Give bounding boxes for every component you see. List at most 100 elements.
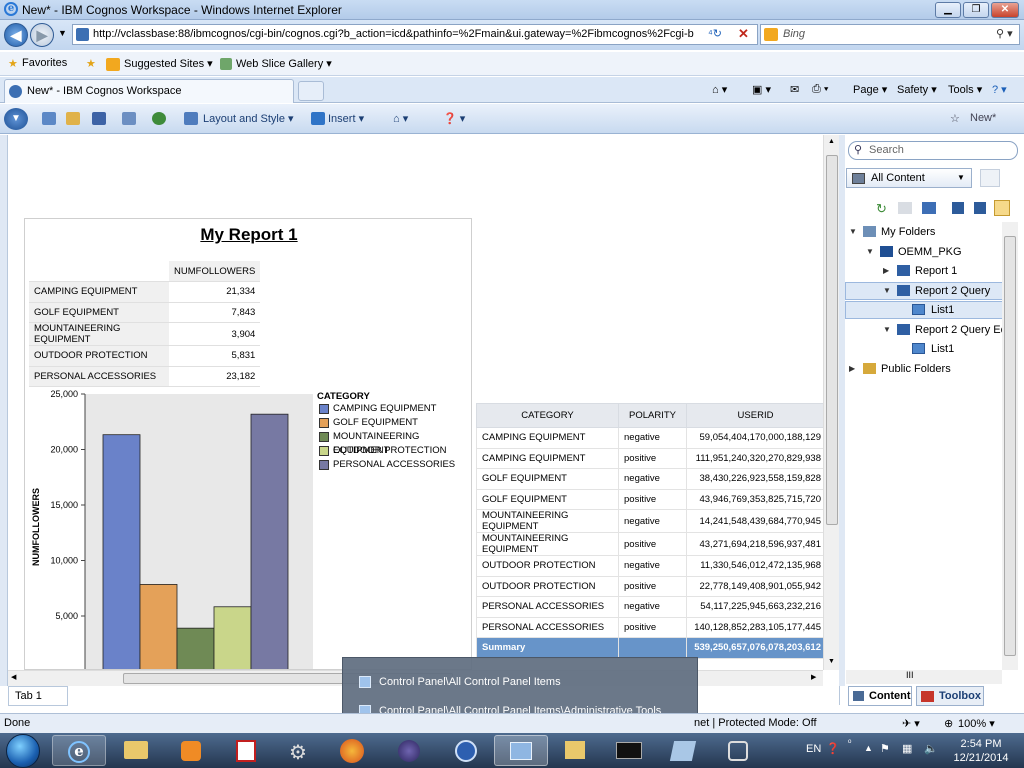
list-report[interactable]: CATEGORY POLARITY USERID CAMPING EQUIPME… — [476, 403, 825, 659]
suggested-sites-link[interactable]: Suggested Sites ▾ — [124, 57, 213, 70]
tree-item-report-2-query[interactable]: ▼ Report 2 Query — [883, 282, 990, 300]
scroll-left-icon[interactable]: ◀ — [11, 673, 16, 681]
list-header-polarity[interactable]: POLARITY — [618, 403, 687, 428]
application-menu-button[interactable]: ▼ — [4, 108, 28, 130]
content-pane-hscrollbar[interactable]: III — [846, 670, 1002, 684]
tree-item-report-1[interactable]: ▶ Report 1 — [883, 262, 957, 280]
back-button[interactable]: ◀ — [4, 23, 28, 47]
scroll-down-icon[interactable]: ▼ — [828, 658, 835, 665]
collapsed-arrow-icon[interactable]: ▶ — [883, 262, 889, 280]
taskbar-acrobat[interactable] — [220, 735, 274, 766]
web-slice-gallery-link[interactable]: Web Slice Gallery ▾ — [236, 57, 332, 70]
tree-item-public-folders[interactable]: ▶ Public Folders — [849, 360, 951, 378]
scroll-right-icon[interactable]: ▶ — [811, 673, 816, 681]
collapsed-arrow-icon[interactable]: ▶ — [849, 360, 855, 378]
filter-view-icon[interactable] — [922, 202, 936, 214]
vertical-scroll-thumb[interactable] — [826, 155, 838, 525]
email-icon[interactable] — [122, 112, 136, 125]
up-level-icon[interactable] — [980, 169, 1000, 187]
close-window-button[interactable]: ✕ — [991, 2, 1019, 18]
share-menu-icon[interactable]: ⌂ ▾ — [393, 112, 408, 125]
print-icon[interactable]: ⎙ ▾ — [812, 83, 828, 96]
network-tray-icon[interactable]: ▦ — [902, 742, 912, 755]
save-icon[interactable] — [92, 112, 106, 125]
help-tray-icon[interactable]: ❓ — [826, 742, 840, 755]
action-center-icon[interactable]: ⚑ — [880, 742, 890, 755]
language-indicator[interactable]: EN — [806, 743, 821, 755]
zone-settings-icon[interactable]: ✈ ▾ — [902, 717, 920, 730]
volume-icon[interactable]: 🔈 — [924, 742, 938, 755]
maximize-button[interactable]: ❐ — [963, 2, 989, 18]
thumbnail-view-icon[interactable] — [952, 202, 964, 214]
page-menu[interactable]: Page ▾ — [853, 83, 887, 96]
taskbar-settings[interactable]: ⚙ — [273, 735, 327, 766]
taskbar-control-panel[interactable] — [494, 735, 548, 766]
canvas-vertical-scrollbar[interactable]: ▲ ▼ — [823, 135, 839, 670]
expanded-arrow-icon[interactable]: ▼ — [866, 243, 874, 261]
safety-menu[interactable]: Safety ▾ — [897, 83, 937, 96]
start-button[interactable] — [6, 734, 40, 768]
scroll-up-icon[interactable]: ▲ — [828, 138, 835, 145]
content-search-input[interactable]: ⚲ Search — [848, 141, 1018, 160]
tree-item-list1[interactable]: List1 — [912, 301, 954, 319]
favorite-star-icon[interactable]: ☆ — [950, 112, 960, 125]
tree-item-oemm-pkg[interactable]: ▼ OEMM_PKG — [866, 243, 962, 261]
right-collapse-strip[interactable] — [839, 135, 845, 686]
compatibility-view-icon[interactable]: ⁴↻ — [708, 27, 722, 40]
popup-item-control-panel[interactable]: Control Panel\All Control Panel Items — [379, 676, 561, 688]
clock[interactable]: 2:54 PM 12/21/2014 — [948, 737, 1014, 765]
taskbar-eclipse[interactable] — [383, 735, 437, 766]
tab-1[interactable]: Tab 1 — [8, 686, 68, 706]
taskbar-explorer[interactable] — [110, 735, 164, 766]
favorites-button[interactable]: Favorites — [22, 57, 67, 69]
taskbar-app-2[interactable] — [657, 735, 711, 766]
tray-icon[interactable]: ᵒ — [848, 737, 851, 747]
list-view-icon[interactable] — [974, 202, 986, 214]
read-mail-icon[interactable]: ✉ — [790, 83, 799, 96]
tab-toolbox[interactable]: Toolbox — [916, 686, 984, 706]
add-favorites-icon[interactable]: ★ — [86, 57, 96, 70]
search-bing-input[interactable]: Bing ⚲ ▾ — [760, 24, 1020, 45]
left-collapse-strip[interactable] — [0, 135, 8, 686]
tools-menu[interactable]: Tools ▾ — [948, 83, 982, 96]
taskbar-media-player[interactable] — [165, 735, 219, 766]
forward-button[interactable]: ▶ — [30, 23, 54, 47]
content-pane-scroll-thumb[interactable] — [1004, 236, 1016, 656]
content-source-select[interactable]: All Content ▼ — [846, 168, 972, 188]
tree-item-report-2-query-ec[interactable]: ▼ Report 2 Query Ec — [883, 321, 1006, 339]
report-widget[interactable]: My Report 1 NUMFOLLOWERS CAMPING EQUIPME… — [24, 218, 472, 670]
tab-content[interactable]: Content — [848, 686, 912, 706]
home-icon[interactable]: ⌂ ▾ — [712, 83, 727, 96]
minimize-button[interactable]: ▁ — [935, 2, 961, 18]
help-menu-icon[interactable]: ❓ ▾ — [443, 112, 465, 125]
expanded-arrow-icon[interactable]: ▼ — [883, 321, 891, 339]
tree-view-icon[interactable] — [994, 200, 1010, 216]
taskbar-network[interactable] — [549, 735, 603, 766]
refresh-icon[interactable] — [152, 112, 166, 125]
address-input[interactable]: http://vclassbase:88/ibmcognos/cgi-bin/c… — [72, 24, 758, 45]
browser-tab[interactable]: New* - IBM Cognos Workspace — [4, 79, 294, 103]
new-tab-button[interactable] — [298, 81, 324, 101]
taskbar-app-3[interactable] — [712, 735, 766, 766]
new-icon[interactable] — [42, 112, 56, 125]
feeds-icon[interactable]: ▣ ▾ — [752, 83, 771, 96]
taskbar-firefox[interactable] — [326, 735, 380, 766]
insert-menu[interactable]: Insert ▾ — [328, 112, 364, 125]
taskbar-cmd[interactable] — [602, 735, 656, 766]
help-icon[interactable]: ? ▾ — [992, 83, 1007, 96]
search-magnifier-icon[interactable]: ⚲ ▾ — [996, 25, 1013, 44]
layout-and-style-menu[interactable]: Layout and Style ▾ — [203, 112, 294, 125]
stop-icon[interactable]: ✕ — [738, 26, 749, 42]
tree-item-list1[interactable]: List1 — [912, 340, 954, 358]
recent-pages-dropdown-icon[interactable]: ▼ — [58, 28, 67, 38]
content-pane-scrollbar[interactable] — [1002, 222, 1018, 670]
tree-item-my-folders[interactable]: ▼ My Folders — [849, 223, 935, 241]
list-header-userid[interactable]: USERID — [686, 403, 825, 428]
taskbar-app[interactable] — [440, 735, 494, 766]
show-hidden-icons[interactable]: ▲ — [864, 743, 873, 753]
taskbar-ie[interactable]: e — [52, 735, 106, 766]
refresh-content-icon[interactable]: ↻ — [876, 201, 887, 217]
open-icon[interactable] — [66, 112, 80, 125]
list-header-category[interactable]: CATEGORY — [476, 403, 619, 428]
properties-icon[interactable] — [898, 202, 912, 214]
